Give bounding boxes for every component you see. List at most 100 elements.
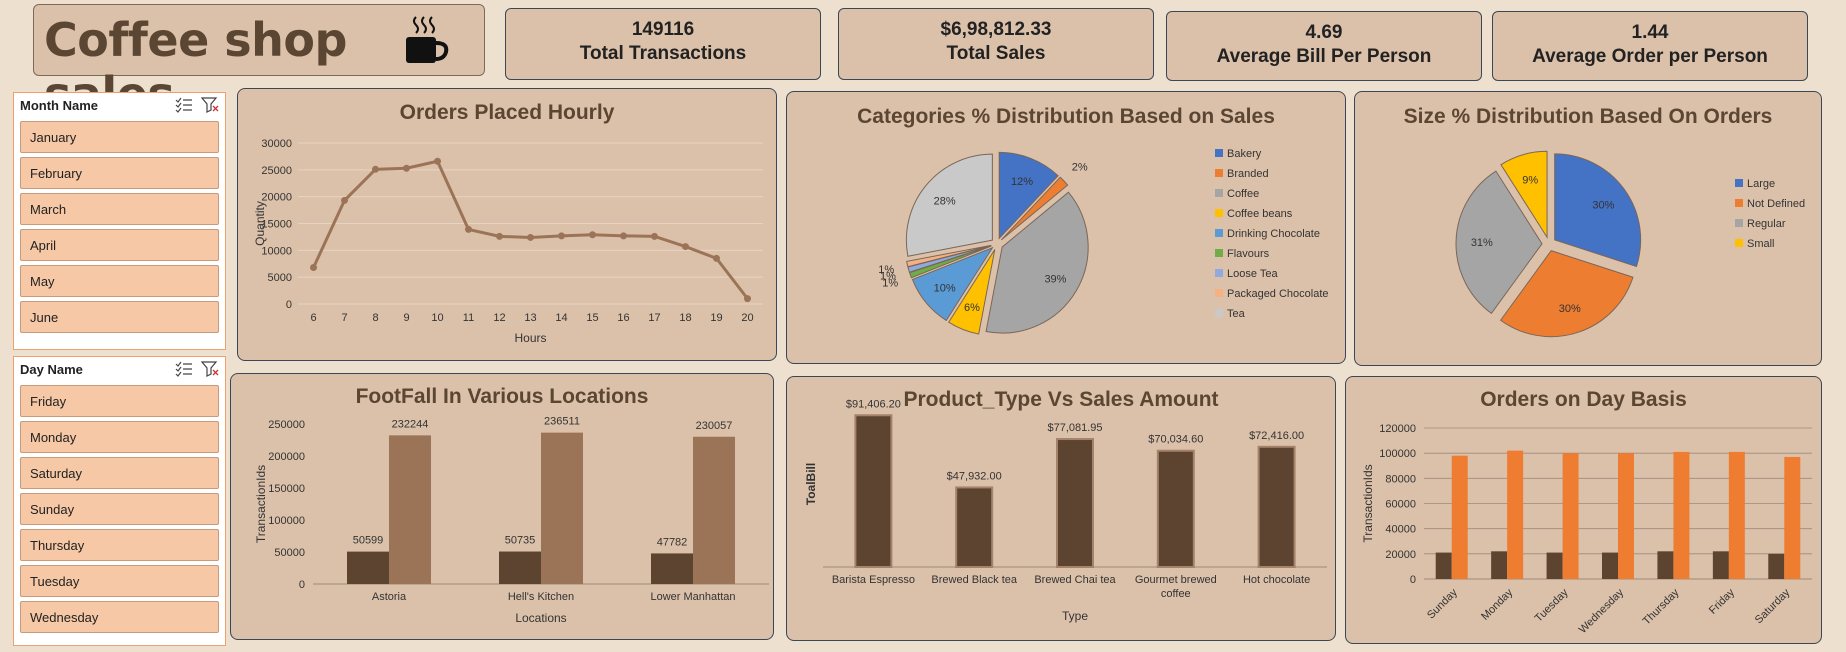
y-tick-label: 30000	[261, 138, 292, 150]
x-tick-label: Hot chocolate	[1243, 574, 1310, 586]
bar	[389, 435, 431, 584]
x-tick-label: Brewed Black tea	[931, 574, 1017, 586]
legend-swatch	[1735, 219, 1743, 227]
product-type-panel: Product_Type Vs Sales Amount $91,406.20 B…	[786, 376, 1336, 641]
slicer-item-january[interactable]: January	[20, 121, 219, 153]
y-axis-label: ToalBill	[804, 463, 818, 505]
legend-label: Loose Tea	[1227, 268, 1278, 280]
y-tick-label: 10000	[261, 245, 292, 257]
x-tick-label: 16	[617, 312, 629, 324]
slicer-item-thursday[interactable]: Thursday	[20, 529, 219, 561]
data-label: 50735	[505, 535, 536, 547]
bar	[1673, 451, 1690, 579]
y-tick-label: 120000	[1379, 423, 1416, 435]
data-label: $47,932.00	[947, 470, 1002, 482]
data-point	[341, 196, 348, 204]
x-tick-label: Sunday	[1425, 586, 1460, 621]
x-tick-label: Barista Espresso	[832, 574, 915, 586]
legend-label: Small	[1747, 238, 1775, 250]
y-axis-label: TransactionIds	[254, 465, 268, 543]
data-label: 12%	[1011, 176, 1033, 188]
x-tick-label: 8	[372, 312, 378, 324]
bar	[1768, 553, 1785, 579]
y-tick-label: 200000	[268, 451, 305, 463]
size-distribution-panel: Size % Distribution Based On Orders 30% 3…	[1354, 91, 1822, 366]
legend-swatch	[1215, 269, 1223, 277]
slicer-item-february[interactable]: February	[20, 157, 219, 189]
orders-hourly-chart: 0500010000150002000025000300006 7 8 9 10 11 12…	[253, 138, 763, 345]
data-point	[403, 164, 410, 172]
dashboard-title-box: Coffee shop sales	[33, 4, 485, 121]
bar	[1657, 551, 1674, 579]
slicer-item-may[interactable]: May	[20, 265, 219, 297]
legend-label: Coffee	[1227, 188, 1259, 200]
legend-label: Regular	[1747, 218, 1786, 230]
footfall-panel: FootFall In Various Locations 0 50000 1000…	[230, 373, 774, 640]
bar	[693, 436, 735, 584]
data-point	[527, 233, 534, 241]
x-tick-label: 14	[555, 312, 567, 324]
data-label: $70,034.60	[1148, 434, 1203, 446]
x-tick-label: 10	[431, 312, 443, 324]
multi-select-icon[interactable]	[175, 97, 193, 113]
x-axis-label: Locations	[515, 611, 566, 625]
legend-swatch	[1215, 249, 1223, 257]
y-tick-label: 150000	[268, 483, 305, 495]
legend-swatch	[1215, 189, 1223, 197]
x-tick-label: 11	[463, 312, 474, 324]
coffee-cup-icon	[406, 16, 449, 63]
data-label: 9%	[1522, 174, 1538, 186]
x-tick-label: Gourmet brewed	[1135, 574, 1217, 586]
kpi-average-order: 1.44 Average Order per Person	[1492, 11, 1808, 81]
data-label: 2%	[1072, 161, 1088, 173]
data-label: 232244	[392, 418, 429, 430]
data-label: 28%	[934, 196, 956, 208]
x-tick-label: Astoria	[372, 591, 407, 603]
slicer-item-april[interactable]: April	[20, 229, 219, 261]
bar	[854, 414, 893, 569]
legend-swatch	[1735, 199, 1743, 207]
bar	[541, 432, 583, 584]
y-axis-label: TransactionIds	[1361, 464, 1375, 542]
y-tick-label: 20000	[1385, 549, 1416, 561]
legend-swatch	[1215, 209, 1223, 217]
slicer-item-wednesday[interactable]: Wednesday	[20, 601, 219, 633]
orders-hourly-panel: Orders Placed Hourly 0 5000 10000 15000 2000…	[237, 88, 777, 361]
data-label: 30%	[1559, 303, 1581, 315]
day-orders-panel: Orders on Day Basis 0 20000 40000 60000 8000…	[1345, 376, 1822, 644]
y-tick-label: 40000	[1385, 524, 1416, 536]
slicer-item-tuesday[interactable]: Tuesday	[20, 565, 219, 597]
data-label: $91,406.20	[846, 398, 901, 410]
legend-label: Branded	[1227, 168, 1269, 180]
product-type-bar-chart: $91,406.20 Barista Espresso $47,932.00 Brew…	[804, 398, 1327, 623]
legend-label: Drinking Chocolate	[1227, 228, 1320, 240]
y-tick-label: 0	[1410, 574, 1416, 586]
slicer-item-saturday[interactable]: Saturday	[20, 457, 219, 489]
legend-label: Packaged Chocolate	[1227, 288, 1329, 300]
slicer-item-monday[interactable]: Monday	[20, 421, 219, 453]
y-axis-label: Quantity	[253, 201, 267, 246]
slicer-item-friday[interactable]: Friday	[20, 385, 219, 417]
data-label: 47782	[657, 536, 688, 548]
slicer-item-march[interactable]: March	[20, 193, 219, 225]
data-point	[310, 264, 317, 272]
clear-filter-icon[interactable]	[201, 361, 219, 377]
y-tick-label: 100000	[268, 515, 305, 527]
clear-filter-icon[interactable]	[201, 97, 219, 113]
x-tick-label: Wednesday	[1577, 586, 1627, 636]
x-tick-label: Monday	[1479, 586, 1516, 623]
kpi-label: Average Bill Per Person	[1216, 46, 1432, 67]
slicer-item-sunday[interactable]: Sunday	[20, 493, 219, 525]
x-tick-label: 7	[341, 312, 347, 324]
data-label: 50599	[353, 535, 384, 547]
y-tick-label: 0	[299, 579, 305, 591]
category-distribution-panel: Categories % Distribution Based on Sales…	[786, 91, 1346, 364]
x-tick-label: coffee	[1161, 588, 1191, 600]
multi-select-icon[interactable]	[175, 361, 193, 377]
day-slicer-header: Day Name	[14, 357, 225, 381]
data-point	[651, 232, 658, 240]
bar	[499, 551, 541, 584]
bar	[1784, 456, 1801, 579]
slicer-item-june[interactable]: June	[20, 301, 219, 333]
month-slicer-title: Month Name	[20, 98, 98, 113]
